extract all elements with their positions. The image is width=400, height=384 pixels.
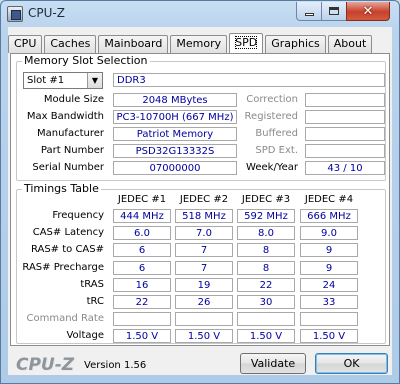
timings-cell: 7 xyxy=(175,243,233,257)
tab-cpu[interactable]: CPU xyxy=(8,35,43,53)
cpuz-app-icon xyxy=(7,6,23,22)
timings-cell xyxy=(175,312,233,326)
tab-memory[interactable]: Memory xyxy=(170,35,228,53)
timings-cell: 16 xyxy=(113,278,171,292)
close-button[interactable]: ✕ xyxy=(346,2,390,21)
timings-table-title: Timings Table xyxy=(22,182,101,195)
tab-strip: CPU Caches Mainboard Memory SPD Graphics… xyxy=(8,33,374,53)
ok-button[interactable]: OK xyxy=(315,353,388,374)
timings-cell: 1.50 V xyxy=(237,329,295,343)
timings-cell: 6.0 xyxy=(113,226,171,240)
timings-cell: 9.0 xyxy=(300,226,358,240)
timings-column-header: JEDEC #1 xyxy=(117,194,167,205)
manufacturer-label: Manufacturer xyxy=(37,128,104,139)
timings-row-label: CAS# Latency xyxy=(32,227,104,238)
cpuz-logo: CPU-Z xyxy=(16,355,75,375)
part-number-label: Part Number xyxy=(40,145,104,156)
timings-cell: 1.50 V xyxy=(300,329,358,343)
maximize-button[interactable] xyxy=(321,2,347,21)
timings-cell: 1.50 V xyxy=(175,329,233,343)
registered-label: Registered xyxy=(244,111,298,122)
chevron-down-icon[interactable]: ▼ xyxy=(87,73,102,88)
timings-cell: 666 MHz xyxy=(300,209,358,223)
timings-cell: 592 MHz xyxy=(237,209,295,223)
timings-row-label: Frequency xyxy=(52,210,104,221)
spd-ext-value xyxy=(305,144,385,158)
timings-cell: 26 xyxy=(175,295,233,309)
maximize-icon xyxy=(329,7,339,15)
timings-cell: 1.50 V xyxy=(113,329,171,343)
tab-caches[interactable]: Caches xyxy=(44,35,97,53)
timings-cell: 9 xyxy=(300,243,358,257)
timings-cell: 22 xyxy=(237,278,295,292)
timings-row-label: Command Rate xyxy=(26,313,104,324)
module-size-value: 2048 MBytes xyxy=(113,93,237,107)
window-title: CPU-Z xyxy=(28,6,65,20)
timings-row-label: tRAS xyxy=(80,279,104,290)
tab-graphics[interactable]: Graphics xyxy=(265,35,326,53)
correction-label: Correction xyxy=(246,94,298,105)
slot-select-value: Slot #1 xyxy=(27,75,65,86)
timings-column-header: JEDEC #2 xyxy=(179,194,229,205)
manufacturer-value: Patriot Memory xyxy=(113,127,237,141)
tab-spd[interactable]: SPD xyxy=(229,33,264,53)
week-year-value: 43 / 10 xyxy=(305,161,385,175)
timings-row-label: Voltage xyxy=(66,330,104,341)
tab-mainboard[interactable]: Mainboard xyxy=(98,35,169,53)
slot-select[interactable]: Slot #1 ▼ xyxy=(23,72,103,89)
version-label: Version 1.56 xyxy=(84,360,147,371)
timings-cell: 6 xyxy=(113,243,171,257)
timings-row-label: RAS# to CAS# xyxy=(30,244,104,255)
correction-value xyxy=(305,93,385,107)
tab-about[interactable]: About xyxy=(327,35,373,53)
timings-cell: 19 xyxy=(175,278,233,292)
part-number-value: PSD32G13332S xyxy=(113,144,237,158)
timings-cell: 22 xyxy=(113,295,171,309)
week-year-label: Week/Year xyxy=(246,162,298,173)
title-bar[interactable]: CPU-Z ✕ xyxy=(1,1,399,27)
timings-cell: 8 xyxy=(237,243,295,257)
timings-cell: 7.0 xyxy=(175,226,233,240)
timings-cell: 33 xyxy=(300,295,358,309)
timings-row-label: RAS# Precharge xyxy=(22,262,104,273)
timings-cell: 7 xyxy=(175,261,233,275)
minimize-icon xyxy=(304,12,314,16)
timings-cell: 24 xyxy=(300,278,358,292)
timings-cell: 9 xyxy=(300,261,358,275)
max-bandwidth-value: PC3-10700H (667 MHz) xyxy=(113,110,237,124)
module-size-label: Module Size xyxy=(43,94,104,105)
timings-cell: 444 MHz xyxy=(113,209,171,223)
timings-column-header: JEDEC #3 xyxy=(241,194,291,205)
minimize-button[interactable] xyxy=(296,2,322,21)
validate-button[interactable]: Validate xyxy=(240,353,306,374)
timings-cell: 8.0 xyxy=(237,226,295,240)
serial-number-value: 07000000 xyxy=(113,161,237,175)
timings-cell xyxy=(237,312,295,326)
timings-cell xyxy=(300,312,358,326)
registered-value xyxy=(305,110,385,124)
timings-cell: 8 xyxy=(237,261,295,275)
memory-type-field: DDR3 xyxy=(113,73,385,87)
buffered-label: Buffered xyxy=(255,128,298,139)
timings-cell: 518 MHz xyxy=(175,209,233,223)
timings-cell: 6 xyxy=(113,261,171,275)
spd-ext-label: SPD Ext. xyxy=(255,145,298,156)
buffered-value xyxy=(305,127,385,141)
memory-slot-group-title: Memory Slot Selection xyxy=(22,54,150,67)
timings-row-label: tRC xyxy=(86,296,104,307)
timings-cell xyxy=(113,312,171,326)
serial-number-label: Serial Number xyxy=(32,162,104,173)
close-icon: ✕ xyxy=(362,3,374,19)
max-bandwidth-label: Max Bandwidth xyxy=(26,111,104,122)
timings-cell: 30 xyxy=(237,295,295,309)
timings-column-header: JEDEC #4 xyxy=(304,194,354,205)
